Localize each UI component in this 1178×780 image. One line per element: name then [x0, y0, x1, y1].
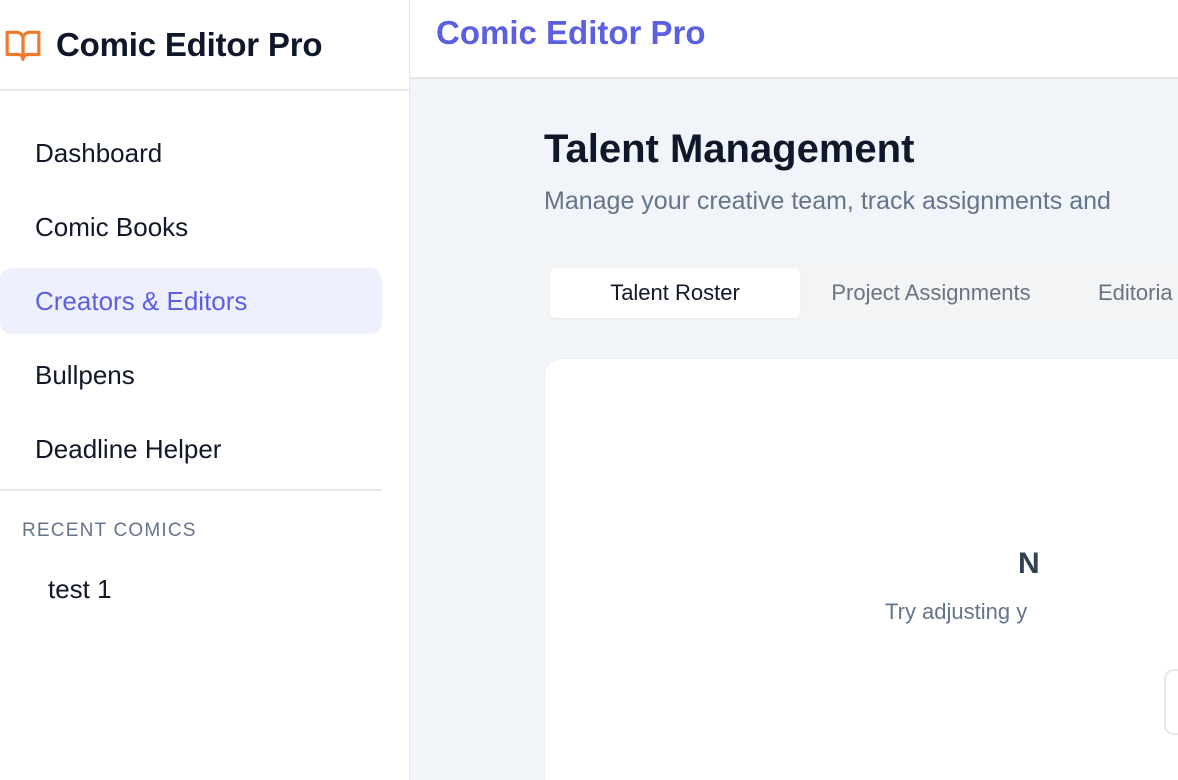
sidebar-item-dashboard[interactable]: Dashboard: [0, 120, 382, 186]
sidebar-item-deadline-helper[interactable]: Deadline Helper: [0, 416, 382, 482]
tab-talent-roster[interactable]: Talent Roster: [550, 268, 800, 318]
tab-project-assignments[interactable]: Project Assignments: [806, 268, 1056, 318]
brand-title: Comic Editor Pro: [56, 25, 323, 63]
tab-bar: Talent Roster Project Assignments Editor…: [544, 262, 1178, 324]
sidebar-item-comic-books[interactable]: Comic Books: [0, 194, 382, 260]
main-content: Talent Management Manage your creative t…: [410, 79, 1178, 780]
sidebar: Comic Editor Pro Dashboard Comic Books C…: [0, 0, 410, 780]
topbar-title: Comic Editor Pro: [436, 14, 706, 51]
sidebar-nav: Dashboard Comic Books Creators & Editors…: [0, 120, 382, 490]
open-book-icon: [5, 30, 41, 61]
sidebar-item-bullpens[interactable]: Bullpens: [0, 342, 382, 408]
empty-state-title: N: [1018, 547, 1040, 580]
talent-roster-card: [544, 358, 1178, 780]
empty-state-hint: Try adjusting y: [885, 599, 1028, 624]
recent-comic-item[interactable]: test 1: [48, 574, 112, 605]
sidebar-item-creators-editors[interactable]: Creators & Editors: [0, 268, 382, 334]
tab-editorial[interactable]: Editoria: [1062, 268, 1178, 318]
sidebar-divider: [0, 489, 382, 491]
empty-state-action-button[interactable]: [1164, 669, 1178, 735]
app-window: Comic Editor Pro Dashboard Comic Books C…: [0, 0, 1178, 780]
brand[interactable]: Comic Editor Pro: [0, 0, 410, 91]
page-subtitle: Manage your creative team, track assignm…: [544, 187, 1111, 215]
recent-comics-heading: RECENT COMICS: [22, 520, 197, 541]
top-bar: Comic Editor Pro: [410, 0, 1178, 79]
page-title: Talent Management: [544, 127, 915, 171]
